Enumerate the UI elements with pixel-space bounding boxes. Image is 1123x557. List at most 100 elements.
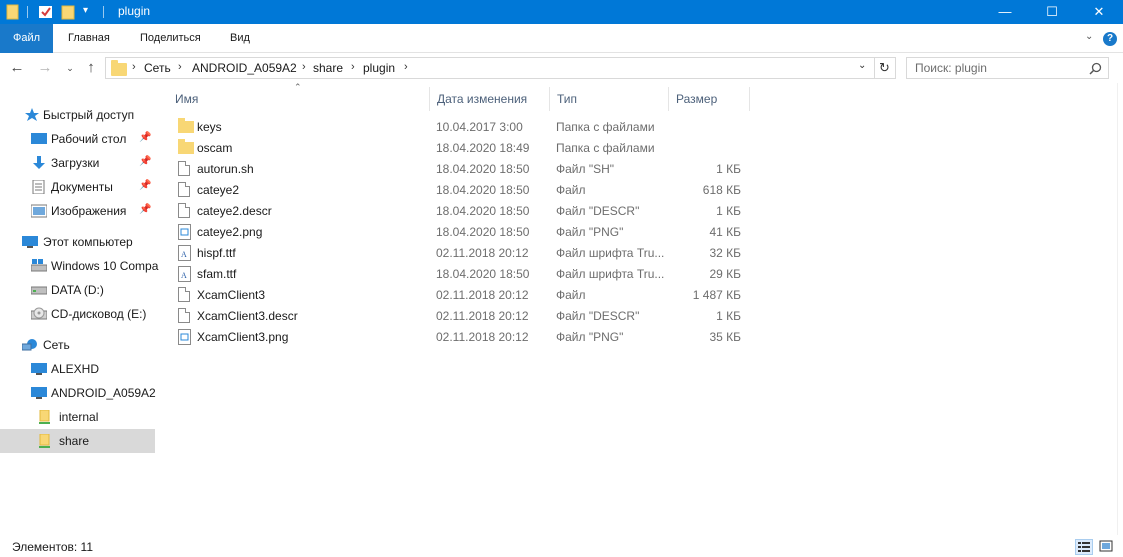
navigation-pane: Быстрый доступ Рабочий стол 📌 Загрузки 📌… <box>0 83 158 535</box>
sidebar-item-data-drive[interactable]: DATA (D:) <box>0 278 155 302</box>
file-type: Файл "DESCR" <box>556 309 640 323</box>
sidebar-item-this-pc[interactable]: Этот компьютер <box>0 230 155 254</box>
sidebar-item-alexhd[interactable]: ALEXHD <box>0 357 155 381</box>
tab-home[interactable]: Главная <box>68 24 110 53</box>
file-icon <box>178 161 190 176</box>
file-date: 18.04.2020 18:50 <box>436 225 530 239</box>
star-icon <box>25 108 39 121</box>
file-date: 02.11.2018 20:12 <box>436 330 529 344</box>
table-row[interactable]: keys 10.04.2017 3:00 Папка с файлами <box>168 116 758 137</box>
sidebar-item-label: Изображения <box>51 204 127 218</box>
sidebar-item-documents[interactable]: Документы 📌 <box>0 175 155 199</box>
sidebar-item-network[interactable]: Сеть <box>0 333 155 357</box>
table-row[interactable]: A sfam.ttf 18.04.2020 18:50 Файл шрифта … <box>168 263 758 284</box>
sidebar-item-cd-drive[interactable]: CD-дисковод (E:) <box>0 302 155 326</box>
item-count: Элементов: 11 <box>12 540 93 554</box>
sidebar-item-android[interactable]: ANDROID_A059A2 <box>0 381 156 405</box>
pin-icon[interactable]: 📌 <box>139 132 151 143</box>
sidebar-item-label: Загрузки <box>51 156 100 170</box>
file-size: 1 487 КБ <box>692 288 741 302</box>
sidebar-item-label: CD-дисковод (E:) <box>51 307 147 321</box>
ribbon-expand-icon[interactable]: ⌄ <box>1085 31 1093 42</box>
file-type: Файл шрифта Tru... <box>556 267 664 281</box>
column-header-date[interactable]: Дата изменения <box>430 87 550 111</box>
details-view-button[interactable] <box>1075 539 1093 555</box>
column-header-name[interactable]: Имя <box>168 87 430 111</box>
sidebar-item-label: internal <box>59 410 99 424</box>
file-name: XcamClient3.descr <box>197 309 298 323</box>
recent-locations-icon[interactable]: ⌄ <box>61 59 79 77</box>
sidebar-item-internal[interactable]: internal <box>0 405 155 429</box>
table-row[interactable]: XcamClient3 02.11.2018 20:12 Файл 1 487 … <box>168 284 758 305</box>
column-headers: Имя Дата изменения Тип Размер <box>168 87 758 111</box>
tab-share[interactable]: Поделиться <box>140 24 201 53</box>
file-size: 1 КБ <box>716 162 741 176</box>
address-bar[interactable]: › Сеть › ANDROID_A059A2 › share › plugin… <box>105 57 896 79</box>
customize-toolbar-icon[interactable]: ▾ <box>83 5 88 21</box>
chevron-right-icon[interactable]: › <box>132 61 136 73</box>
sidebar-item-windows-drive[interactable]: Windows 10 Compa <box>0 254 158 278</box>
table-row[interactable]: oscam 18.04.2020 18:49 Папка с файлами <box>168 137 758 158</box>
chevron-right-icon[interactable]: › <box>302 61 306 73</box>
pin-icon[interactable]: 📌 <box>139 180 151 191</box>
file-type: Файл "DESCR" <box>556 204 640 218</box>
close-button[interactable]: ✕ <box>1076 0 1122 24</box>
pin-icon[interactable]: 📌 <box>139 204 151 215</box>
table-row[interactable]: XcamClient3.png 02.11.2018 20:12 Файл "P… <box>168 326 758 347</box>
sidebar-item-pictures[interactable]: Изображения 📌 <box>0 199 155 223</box>
help-icon[interactable]: ? <box>1103 32 1117 46</box>
search-box[interactable] <box>906 57 1109 79</box>
file-type: Файл "PNG" <box>556 330 624 344</box>
breadcrumb-network[interactable]: Сеть <box>144 61 171 75</box>
refresh-icon[interactable]: ↻ <box>879 60 890 76</box>
table-row[interactable]: cateye2.png 18.04.2020 18:50 Файл "PNG" … <box>168 221 758 242</box>
image-file-icon <box>178 224 191 240</box>
file-date: 18.04.2020 18:50 <box>436 204 530 218</box>
maximize-button[interactable]: ☐ <box>1029 0 1075 24</box>
details-view-icon <box>1078 542 1090 552</box>
forward-arrow-icon[interactable]: → <box>36 59 54 77</box>
table-row[interactable]: autorun.sh 18.04.2020 18:50 Файл "SH" 1 … <box>168 158 758 179</box>
sidebar-item-downloads[interactable]: Загрузки 📌 <box>0 151 155 175</box>
search-input[interactable] <box>915 60 1085 76</box>
sidebar-item-quick-access[interactable]: Быстрый доступ <box>0 103 155 127</box>
large-icons-view-icon <box>1099 540 1113 552</box>
breadcrumb-share[interactable]: share <box>313 61 343 75</box>
sidebar-item-desktop[interactable]: Рабочий стол 📌 <box>0 127 155 151</box>
table-row[interactable]: XcamClient3.descr 02.11.2018 20:12 Файл … <box>168 305 758 326</box>
address-dropdown-icon[interactable]: ⌄ <box>858 60 866 71</box>
file-type: Файл "SH" <box>556 162 615 176</box>
breadcrumb-plugin[interactable]: plugin <box>363 61 395 75</box>
new-folder-icon[interactable] <box>61 4 77 20</box>
network-icon <box>22 339 37 351</box>
scrollbar[interactable] <box>1117 83 1123 535</box>
chevron-right-icon[interactable]: › <box>178 61 182 73</box>
pin-icon[interactable]: 📌 <box>139 156 151 167</box>
file-name: XcamClient3.png <box>197 330 289 344</box>
properties-icon[interactable] <box>38 4 54 20</box>
file-icon <box>178 182 190 197</box>
column-header-type[interactable]: Тип <box>550 87 669 111</box>
file-date: 18.04.2020 18:50 <box>436 162 530 176</box>
sidebar-item-label: ALEXHD <box>51 362 100 376</box>
file-size: 1 КБ <box>716 309 741 323</box>
up-arrow-icon[interactable]: ↑ <box>82 59 100 77</box>
large-icons-view-button[interactable] <box>1098 539 1116 555</box>
table-row[interactable]: A hispf.ttf 02.11.2018 20:12 Файл шрифта… <box>168 242 758 263</box>
column-header-size[interactable]: Размер <box>669 87 750 111</box>
table-row[interactable]: cateye2 18.04.2020 18:50 Файл 618 КБ <box>168 179 758 200</box>
font-file-icon: A <box>178 266 191 282</box>
chevron-right-icon[interactable]: › <box>351 61 355 73</box>
file-name: hispf.ttf <box>197 246 236 260</box>
table-row[interactable]: cateye2.descr 18.04.2020 18:50 Файл "DES… <box>168 200 758 221</box>
chevron-right-icon[interactable]: › <box>404 61 408 73</box>
download-icon <box>33 156 45 169</box>
tab-view[interactable]: Вид <box>230 24 250 53</box>
image-file-icon <box>178 329 191 345</box>
search-icon[interactable] <box>1089 62 1102 75</box>
tab-file[interactable]: Файл <box>0 24 53 53</box>
minimize-button[interactable]: — <box>982 0 1028 24</box>
sidebar-item-share[interactable]: share <box>0 429 155 453</box>
breadcrumb-device[interactable]: ANDROID_A059A2 <box>192 61 297 75</box>
back-arrow-icon[interactable]: ← <box>8 59 26 77</box>
